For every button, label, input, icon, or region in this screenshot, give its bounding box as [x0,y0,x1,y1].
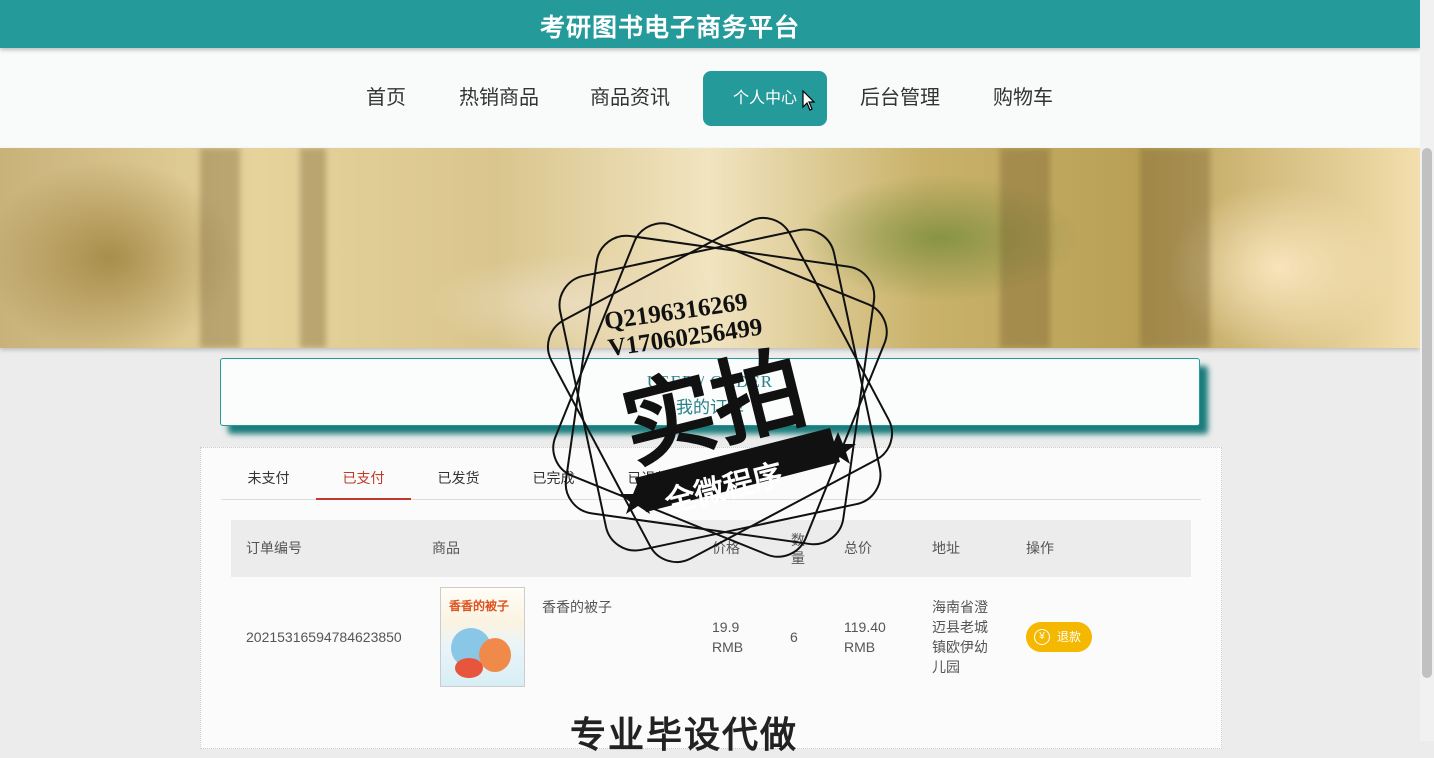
order-number: 20215316594784623850 [246,629,402,645]
total-price-value: 119.40 [844,619,886,635]
column-header-address: 地址 [932,540,960,556]
table-row: 20215316594784623850 香香的被子 香香的被子 19.9 RM… [231,578,1191,708]
order-section-header: USER / ORDER 我的订单 [220,358,1200,426]
tab-shipped[interactable]: 已发货 [411,458,506,498]
top-header: 考研图书电子商务平台 [0,0,1420,48]
refund-button[interactable]: ¥ 退款 [1026,622,1092,652]
column-header-price: 价格 [712,540,740,556]
quantity: 6 [790,629,798,645]
nav-item-admin[interactable]: 后台管理 [860,71,940,126]
nav-item-home[interactable]: 首页 [366,71,406,126]
table-header: 订单编号 商品 价格 数量 总价 地址 操作 [231,520,1191,577]
yen-icon: ¥ [1034,629,1050,645]
column-header-action: 操作 [1026,540,1054,556]
watermark-bottom-text: 专业毕设代做 [570,714,799,755]
tab-unpaid[interactable]: 未支付 [221,458,316,498]
site-title: 考研图书电子商务平台 [539,14,800,42]
order-title-cn: 我的订单 [676,398,744,417]
vertical-scrollbar[interactable] [1420,0,1434,741]
column-header-product: 商品 [432,540,460,556]
unit-price-currency: RMB [712,639,744,655]
unit-price: 19.9 RMB [712,617,743,657]
nav-item-product-news[interactable]: 商品资讯 [590,71,670,126]
refund-button-label: 退款 [1057,630,1082,644]
total-price-currency: RMB [844,639,876,655]
unit-price-value: 19.9 [712,619,740,635]
tab-completed[interactable]: 已完成 [506,458,601,498]
scrollbar-thumb[interactable] [1422,148,1432,678]
product-cover-title: 香香的被子 [449,599,510,613]
product-name[interactable]: 香香的被子 [542,597,612,617]
orders-panel: 未支付 已支付 已发货 已完成 已退款 订单编号 商品 价格 数量 总价 地址 … [200,447,1222,749]
order-status-tabs: 未支付 已支付 已发货 已完成 已退款 [221,458,1201,500]
shipping-address: 海南省澄迈县老城镇欧伊幼儿园 [932,599,988,675]
nav-item-cart[interactable]: 购物车 [993,71,1053,126]
main-nav: 首页 热销商品 商品资讯 个人中心 后台管理 购物车 [0,48,1420,148]
product-cover-image[interactable]: 香香的被子 [440,587,525,687]
hero-banner-image [0,148,1420,348]
nav-item-hot-products[interactable]: 热销商品 [459,71,539,126]
order-title-en: USER / ORDER [646,372,774,391]
tab-paid[interactable]: 已支付 [316,458,411,500]
mouse-cursor-icon [802,90,816,111]
column-header-total: 总价 [844,540,872,556]
tab-refunded[interactable]: 已退款 [601,458,696,498]
column-header-order-no: 订单编号 [246,540,302,556]
total-price: 119.40 RMB [844,617,886,657]
